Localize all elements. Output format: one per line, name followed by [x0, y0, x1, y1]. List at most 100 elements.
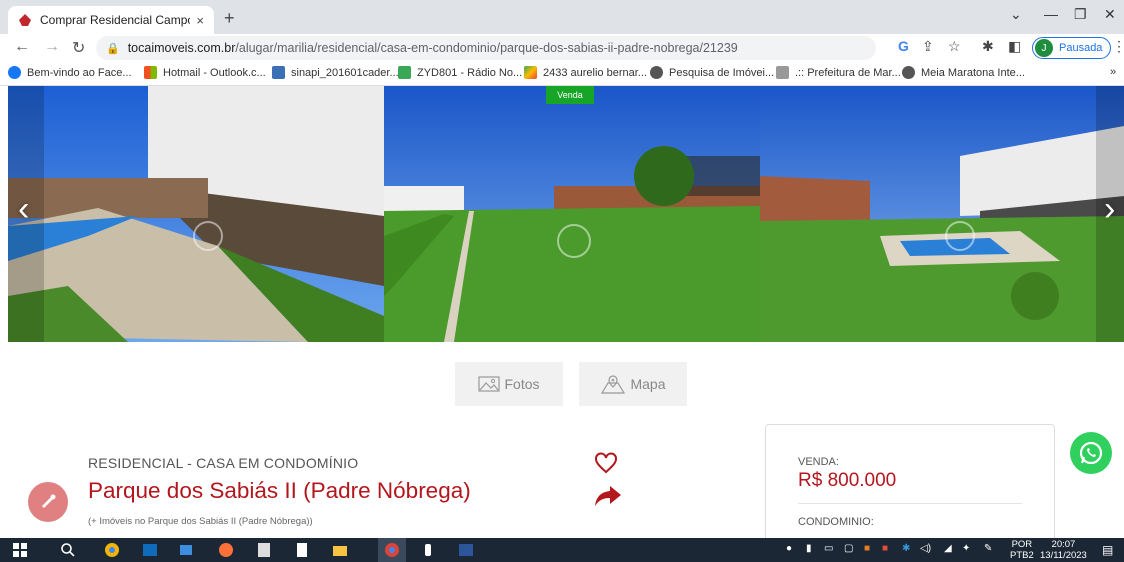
word-icon[interactable] — [458, 542, 474, 558]
property-type: RESIDENCIAL - CASA EM CONDOMÍNIO — [88, 455, 359, 471]
back-icon[interactable]: ← — [14, 38, 30, 56]
bookmark-label: 2433 aurelio bernar... — [543, 66, 647, 79]
windows-start-icon[interactable] — [12, 542, 28, 558]
forward-icon[interactable]: → — [44, 38, 60, 56]
notepad-icon[interactable] — [294, 542, 310, 558]
favorite-heart-icon[interactable] — [594, 452, 618, 474]
profile-button[interactable]: J Pausada — [1032, 37, 1112, 59]
maps-icon — [524, 66, 537, 79]
avatar: J — [1035, 39, 1053, 57]
bookmark-label: Bem-vindo ao Face... — [27, 66, 132, 79]
tray-skype-icon[interactable]: ● — [786, 543, 792, 554]
property-title: Parque dos Sabiás II (Padre Nóbrega) — [88, 478, 471, 503]
gallery-photo-3[interactable] — [760, 86, 1124, 342]
bookmark-facebook[interactable]: Bem-vindo ao Face... — [8, 66, 132, 79]
site-favicon-icon — [19, 14, 31, 26]
close-window-icon[interactable]: ✕ — [1104, 6, 1116, 23]
share-arrow-icon[interactable] — [594, 484, 622, 508]
photo-gallery — [8, 86, 1124, 342]
bookmark-star-icon[interactable]: ☆ — [948, 38, 961, 55]
price-divider — [798, 503, 1022, 504]
file-explorer-icon[interactable] — [332, 542, 348, 558]
tray-network-icon[interactable]: ✦ — [962, 543, 970, 554]
tray-volume-icon[interactable]: ◁) — [920, 543, 931, 554]
taskbar-clock[interactable]: 20:07 13/11/2023 — [1040, 539, 1087, 561]
bookmark-label: Pesquisa de Imóvei... — [669, 66, 775, 79]
facebook-icon — [8, 66, 21, 79]
tray-wifi-icon[interactable]: ◢ — [944, 543, 952, 554]
close-tab-icon[interactable]: × — [196, 13, 204, 28]
chrome-icon[interactable] — [384, 542, 400, 558]
notifications-icon[interactable]: ▤ — [1102, 543, 1113, 557]
chrome-taskbar-icon[interactable] — [104, 542, 120, 558]
whatsapp-button[interactable] — [1070, 432, 1112, 474]
globe-icon — [650, 66, 663, 79]
lock-icon: 🔒 — [106, 42, 120, 55]
share-page-icon[interactable]: ⇪ — [922, 38, 934, 55]
bookmark-maratona[interactable]: Meia Maratona Inte... — [902, 66, 1025, 79]
minimize-icon[interactable]: — — [1044, 6, 1058, 22]
tray-app3-icon[interactable]: ■ — [882, 543, 888, 554]
sale-price-label: VENDA: — [798, 456, 839, 468]
bookmark-label: Meia Maratona Inte... — [921, 66, 1025, 79]
photos-tab-button[interactable]: Fotos — [455, 362, 563, 406]
bookmark-maps[interactable]: 2433 aurelio bernar... — [524, 66, 647, 79]
search-icon[interactable] — [60, 542, 76, 558]
condo-fee-label: CONDOMINIO: — [798, 516, 874, 528]
restore-icon[interactable]: ❐ — [1074, 6, 1087, 23]
bookmarks-overflow[interactable]: » — [1110, 66, 1116, 78]
extensions-icon[interactable]: ✱ — [982, 38, 994, 55]
firefox-icon[interactable] — [218, 542, 234, 558]
tray-usb-icon[interactable]: ▮ — [806, 543, 812, 554]
map-pin-icon — [601, 375, 626, 394]
bookmark-label: ZYD801 - Rádio No... — [417, 66, 523, 79]
microsoft-icon — [144, 66, 157, 79]
tray-drive-icon[interactable]: ▭ — [824, 543, 833, 554]
sinapi-icon — [272, 66, 285, 79]
plane-icon — [398, 66, 411, 79]
bookmark-hotmail[interactable]: Hotmail - Outlook.c... — [144, 66, 266, 79]
bookmark-sinapi[interactable]: sinapi_201601cader... — [272, 66, 399, 79]
keyboard-layout: PTB2 — [1010, 550, 1034, 561]
bookmark-radio[interactable]: ZYD801 - Rádio No... — [398, 66, 522, 79]
media-player-icon[interactable] — [178, 542, 194, 558]
tab-search-icon[interactable]: ⌄ — [1010, 6, 1022, 23]
tray-pen-icon[interactable]: ✎ — [984, 543, 992, 554]
whatsapp-icon — [1079, 441, 1103, 465]
browser-tab-title: Comprar Residencial Campo Bel — [40, 13, 190, 27]
outlook-icon[interactable] — [142, 542, 158, 558]
browser-menu-icon[interactable]: ⋮ — [1112, 38, 1124, 55]
browser-tab[interactable]: Comprar Residencial Campo Bel × — [8, 6, 214, 34]
gallery-photo-1[interactable] — [8, 86, 384, 342]
clock-time: 20:07 — [1051, 539, 1076, 550]
sale-price-value: R$ 800.000 — [798, 470, 897, 491]
url-field[interactable]: 🔒 tocaimoveis.com.br /alugar/marilia/res… — [96, 36, 876, 60]
side-panel-icon[interactable]: ◧ — [1008, 38, 1021, 55]
location-pin-icon — [28, 482, 68, 522]
globe-icon — [902, 66, 915, 79]
map-tab-button[interactable]: Mapa — [579, 362, 687, 406]
more-properties-link[interactable]: (+ Imóveis no Parque dos Sabiás II (Padr… — [88, 516, 313, 527]
google-translate-icon[interactable]: G — [898, 38, 909, 54]
bookmark-pesquisa[interactable]: Pesquisa de Imóvei... — [650, 66, 774, 79]
tray-bluetooth-icon[interactable]: ✱ — [902, 543, 910, 554]
gallery-photo-2[interactable] — [384, 86, 760, 342]
gallery-next-icon[interactable]: › — [1104, 190, 1115, 229]
language-code: POR — [1011, 539, 1033, 550]
calculator-icon[interactable] — [256, 542, 272, 558]
sale-badge: Venda — [546, 86, 594, 104]
bookmark-label: .:: Prefeitura de Mar... — [795, 66, 901, 79]
bookmark-label: sinapi_201601cader... — [291, 66, 399, 79]
gallery-prev-icon[interactable]: ‹ — [18, 190, 29, 229]
language-indicator[interactable]: POR PTB2 — [1010, 539, 1034, 561]
security-icon[interactable] — [420, 542, 436, 558]
new-tab-button[interactable]: + — [224, 8, 235, 29]
photos-icon — [478, 376, 501, 392]
url-host: tocaimoveis.com.br — [127, 41, 236, 55]
reload-icon[interactable]: ↻ — [72, 38, 85, 58]
bookmark-prefeitura[interactable]: .:: Prefeitura de Mar... — [776, 66, 901, 79]
clock-date: 13/11/2023 — [1040, 550, 1087, 561]
tray-app2-icon[interactable]: ■ — [864, 543, 870, 554]
tray-app-icon[interactable]: ▢ — [844, 543, 853, 554]
windows-taskbar — [0, 538, 1124, 562]
